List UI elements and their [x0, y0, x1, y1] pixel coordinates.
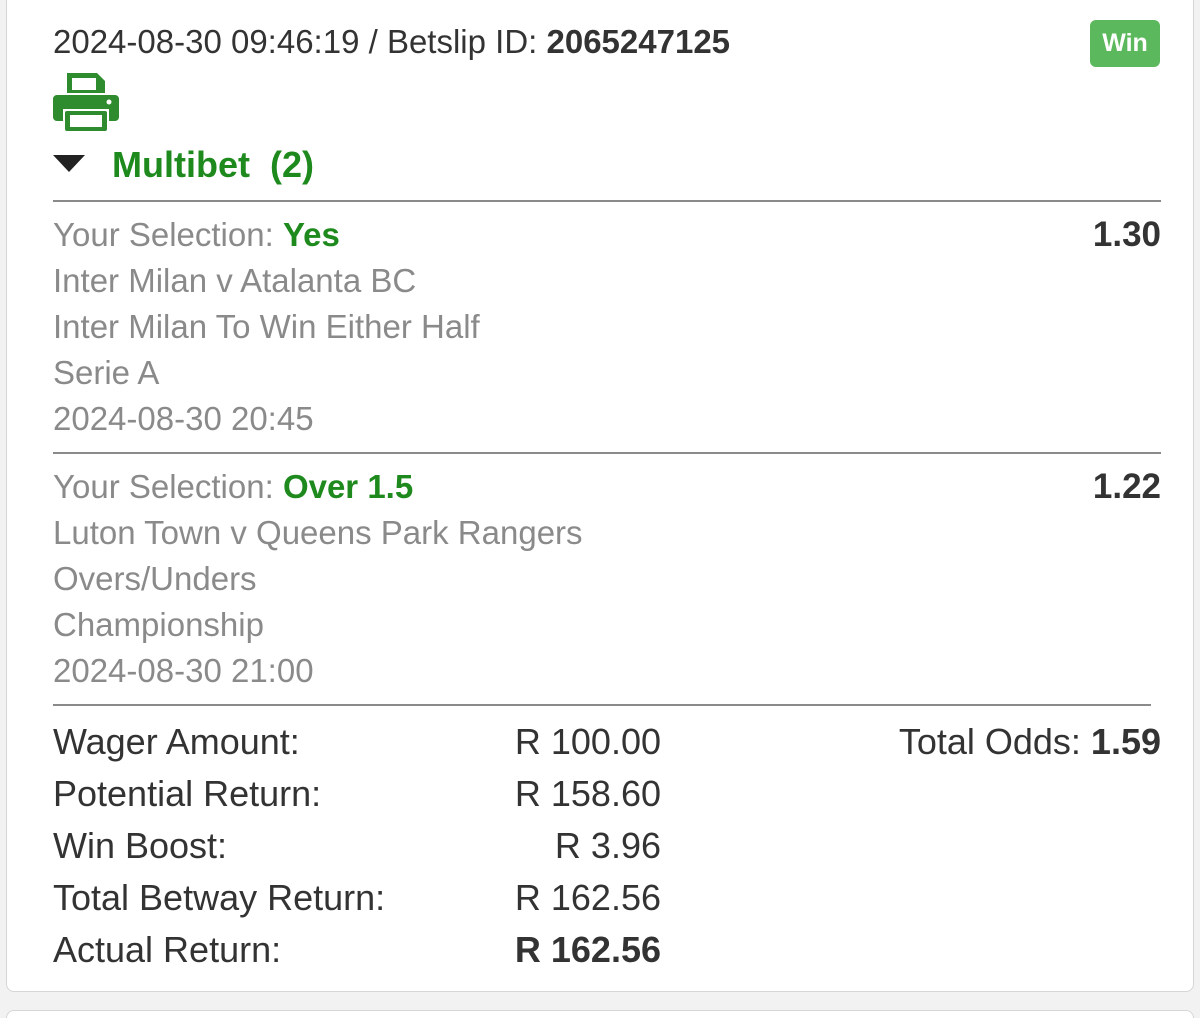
betslip-card: 2024-08-30 09:46:19 / Betslip ID: 206524…	[6, 0, 1194, 992]
betslip-header: 2024-08-30 09:46:19 / Betslip ID: 206524…	[53, 22, 730, 62]
win-boost-value: R 3.96	[554, 825, 661, 866]
next-betslip-card	[6, 1010, 1194, 1018]
selection-leg-1: Your Selection: Yes 1.30 Inter Milan v A…	[53, 212, 1161, 442]
betway-return-label: Total Betway Return:	[53, 877, 386, 918]
multibet-toggle[interactable]: Multibet (2)	[53, 140, 314, 190]
actual-return-label: Actual Return:	[53, 929, 282, 970]
league-name: Championship	[53, 606, 264, 643]
selection-value: Yes	[282, 216, 340, 253]
caret-down-icon	[53, 154, 85, 172]
leg-odds: 1.22	[1092, 467, 1161, 506]
selection-label: Your Selection:	[53, 468, 283, 505]
selection-row: Your Selection: Yes	[53, 212, 1161, 258]
potential-return-label: Potential Return:	[53, 773, 322, 814]
wager-label: Wager Amount:	[53, 721, 300, 762]
wager-value: R 100.00	[514, 721, 661, 762]
selection-leg-2: Your Selection: Over 1.5 1.22 Luton Town…	[53, 464, 1161, 694]
status-badge: Win	[1090, 20, 1160, 67]
total-odds-label: Total Odds:	[898, 721, 1091, 762]
betslip-id: 2065247125	[546, 23, 731, 60]
selection-row: Your Selection: Over 1.5	[53, 464, 1161, 510]
total-odds: Total Odds: 1.59	[899, 716, 1161, 768]
event-name: Luton Town v Queens Park Rangers	[53, 514, 583, 551]
potential-return-value: R 158.60	[514, 773, 661, 814]
selection-value: Over 1.5	[282, 468, 414, 505]
actual-return-value: R 162.56	[514, 929, 661, 970]
kickoff-time: 2024-08-30 21:00	[53, 652, 314, 689]
printer-icon[interactable]	[53, 71, 119, 131]
leg-odds: 1.30	[1092, 215, 1161, 254]
divider	[53, 200, 1161, 202]
league-name: Serie A	[53, 354, 160, 391]
bet-datetime: 2024-08-30 09:46:19	[53, 23, 360, 60]
wager-row: Wager Amount: R 100.00 Total Odds: 1.59	[53, 716, 1161, 768]
selection-label: Your Selection:	[53, 216, 283, 253]
potential-return-row: Potential Return: R 158.60	[53, 768, 1161, 820]
bet-summary: Wager Amount: R 100.00 Total Odds: 1.59 …	[53, 716, 1161, 976]
divider	[53, 452, 1161, 454]
win-boost-label: Win Boost:	[53, 825, 228, 866]
betway-return-row: Total Betway Return: R 162.56	[53, 872, 1161, 924]
kickoff-time: 2024-08-30 20:45	[53, 400, 314, 437]
market-name: Inter Milan To Win Either Half	[53, 308, 480, 345]
win-boost-row: Win Boost: R 3.96	[53, 820, 1161, 872]
multibet-label: Multibet (2)	[112, 144, 314, 185]
divider	[53, 704, 1151, 706]
actual-return-row: Actual Return: R 162.56	[53, 924, 1161, 976]
event-name: Inter Milan v Atalanta BC	[53, 262, 417, 299]
total-odds-value: 1.59	[1090, 721, 1161, 762]
betway-return-value: R 162.56	[514, 877, 661, 918]
market-name: Overs/Unders	[53, 560, 257, 597]
betslip-id-label: / Betslip ID:	[359, 23, 547, 60]
